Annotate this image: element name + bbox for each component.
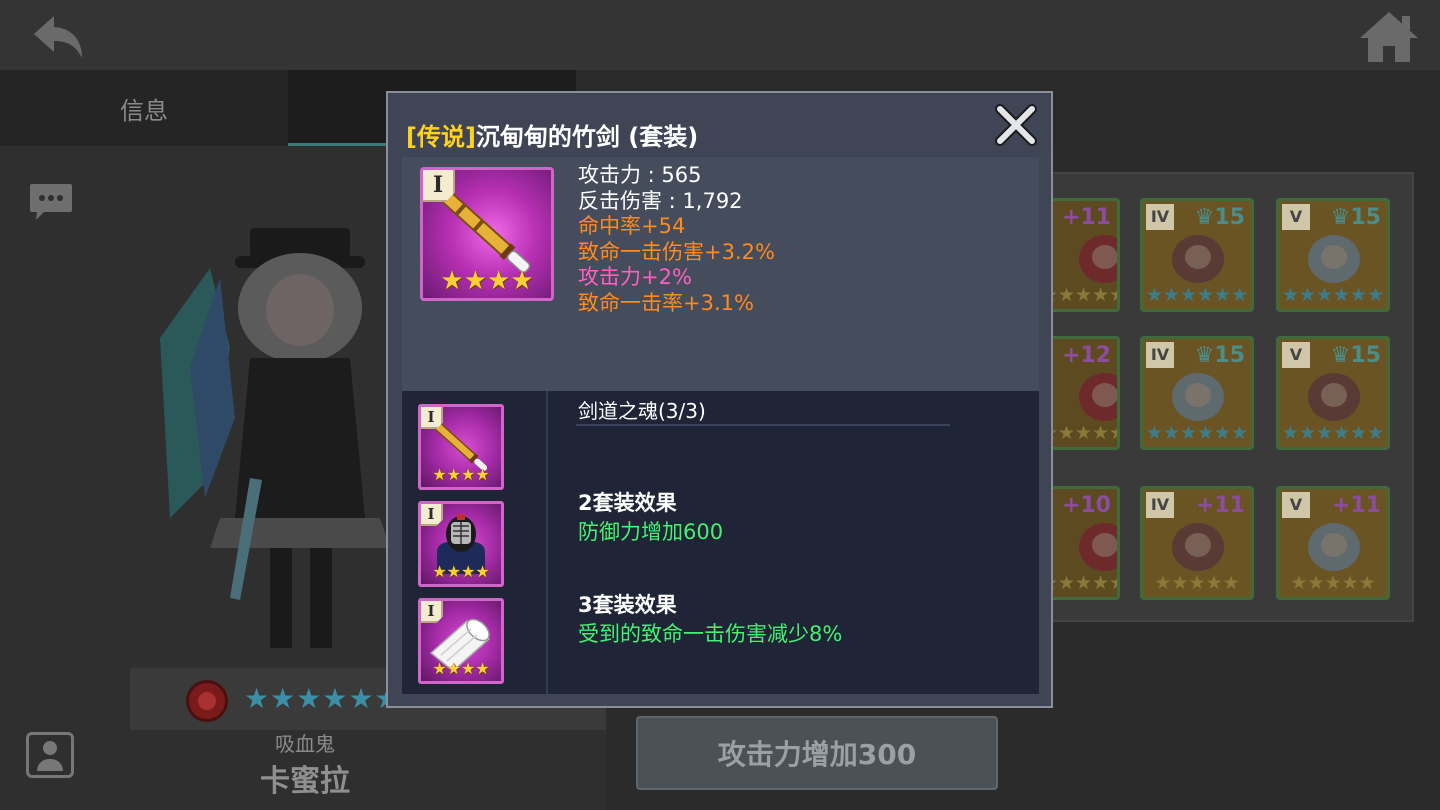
item-stat-line: 致命一击伤害+3.2% — [578, 239, 775, 264]
slot-stars: ★ ★ ★ ★ ★ ★ — [1281, 284, 1385, 306]
home-button[interactable] — [1358, 8, 1420, 66]
element-badge — [186, 680, 228, 722]
set-piece-bamboo-sword[interactable]: I ★ ★ ★ ★ — [418, 404, 504, 490]
equipment-art — [1172, 235, 1224, 283]
equipment-slot[interactable]: V ♛15 ★ ★ ★ ★ ★ ★ — [1276, 336, 1390, 450]
equipment-art — [1172, 523, 1224, 571]
character-name: 卡蜜拉 — [260, 764, 350, 799]
slot-rank: V — [1282, 204, 1310, 230]
piece-stars: ★ ★ ★ ★ — [432, 465, 490, 484]
set-bonus-3-effect: 受到的致命一击伤害减少8% — [578, 622, 843, 646]
set-piece-scroll[interactable]: I ★ ★ ★ ★ — [418, 598, 504, 684]
set-bonus-2-effect: 防御力增加600 — [578, 520, 724, 544]
equipment-slot[interactable]: V ♛15 ★ ★ ★ ★ ★ ★ — [1276, 198, 1390, 312]
equipment-slot[interactable]: +11 ★★★★★ — [1050, 198, 1120, 312]
chat-button[interactable] — [28, 182, 74, 222]
character-class: 吸血鬼 — [275, 732, 335, 756]
set-piece-kendo-helmet[interactable]: I ★ ★ ★ ★ — [418, 501, 504, 587]
piece-stars: ★ ★ ★ ★ — [432, 659, 490, 678]
popup-title: [传说]沉甸甸的竹剑 (套装) — [406, 117, 698, 152]
equipment-art — [1079, 373, 1117, 421]
set-pieces-column: I ★ ★ ★ ★ I ★ ★ ★ ★ I ★ ★ ★ ★ — [402, 391, 548, 694]
equipment-art — [1308, 373, 1360, 421]
slot-level: +11 — [1331, 493, 1381, 518]
slot-level: +10 — [1061, 493, 1111, 518]
top-bar — [0, 0, 1440, 70]
equipment-slot[interactable]: IV +11 ★ ★ ★ ★ ★ — [1140, 486, 1254, 600]
profile-button[interactable] — [26, 732, 74, 778]
slot-stars: ★★★★★ — [1290, 572, 1376, 594]
item-grade: [传说] — [406, 123, 476, 151]
slot-rank: IV — [1146, 204, 1174, 230]
back-arrow-icon — [34, 16, 82, 58]
slot-level: +11 — [1195, 493, 1245, 518]
set-bonus-button[interactable]: 攻击力增加300 — [636, 716, 998, 790]
slot-level: ♛15 — [1194, 205, 1245, 230]
chat-bubble-icon — [30, 184, 72, 220]
equipment-art — [1079, 235, 1117, 283]
equipment-art — [1172, 373, 1224, 421]
equipment-slot[interactable]: +10 ★★★★★ — [1050, 486, 1120, 600]
slot-level: +12 — [1061, 343, 1111, 368]
set-name: 剑道之魂(3/3) — [578, 399, 706, 423]
equipment-slot[interactable]: +12 ★★★★★ — [1050, 336, 1120, 450]
equipment-art — [1308, 235, 1360, 283]
tab-info[interactable]: 信息 — [0, 70, 288, 146]
item-stat-line: 攻击力+2% — [578, 265, 692, 290]
character-portrait — [160, 228, 390, 648]
equipment-slot[interactable]: IV ♛15 ★ ★ ★ ★ ★ ★ — [1140, 336, 1254, 450]
back-button[interactable] — [30, 10, 92, 66]
slot-stars: ★ ★ ★ ★ ★ ★ — [1145, 284, 1249, 306]
slot-rank: V — [1282, 342, 1310, 368]
item-stat-line: 致命一击率+3.1% — [578, 290, 754, 315]
slot-stars: ★ ★ ★ ★ ★ ★ — [1281, 422, 1385, 444]
slot-stars: ★★★★★ — [1050, 284, 1117, 306]
equipment-art — [1079, 523, 1117, 571]
home-icon — [1360, 12, 1418, 62]
item-name: 沉甸甸的竹剑 (套装) — [475, 123, 699, 151]
slot-level: ♛15 — [1330, 343, 1381, 368]
piece-stars: ★ ★ ★ ★ — [432, 562, 490, 581]
character-stars: ★★★★★★ — [244, 682, 400, 715]
equipment-slot[interactable]: V +11 ★ ★ ★ ★ ★ — [1276, 486, 1390, 600]
item-stat-line: 命中率+54 — [578, 214, 686, 239]
slot-stars: ★★★★★ — [1050, 422, 1117, 444]
close-icon — [995, 104, 1037, 146]
slot-level: ♛15 — [1194, 343, 1245, 368]
item-stars: ★ ★ ★ ★ — [440, 266, 534, 296]
item-detail-popup: [传说]沉甸甸的竹剑 (套装) I ★★★★ 攻击力 : 565反击伤害 — [386, 91, 1053, 708]
slot-rank: V — [1282, 492, 1310, 518]
item-stat-line: 攻击力 : 565 — [578, 163, 702, 187]
slot-level: +11 — [1061, 205, 1111, 230]
slot-stars: ★ ★ ★ ★ ★ ★ — [1145, 422, 1249, 444]
item-stats-section: I ★ ★ ★ ★ 攻击力 : 565 反击伤害 : 1,792 命中率+54 致命一击伤害… — [402, 157, 1039, 391]
set-bonus-section: I ★ ★ ★ ★ I ★ ★ ★ ★ I ★ ★ ★ ★ 剑道之魂(3/3) … — [402, 391, 1039, 694]
slot-stars: ★★★★★ — [1154, 572, 1240, 594]
equipment-slot[interactable]: IV ♛15 ★ ★ ★ ★ ★ ★ — [1140, 198, 1254, 312]
slot-level: ♛15 — [1330, 205, 1381, 230]
slot-rank: IV — [1146, 492, 1174, 518]
set-bonus-2-label: 2套装效果 — [578, 491, 677, 515]
item-stats-list: 攻击力 : 565 反击伤害 : 1,792 命中率+54 致命一击伤害+3.2% 攻击… — [578, 163, 775, 317]
set-bonus-3-label: 3套装效果 — [578, 593, 677, 617]
set-divider — [576, 424, 950, 426]
slot-rank: IV — [1146, 342, 1174, 368]
item-stat-line: 反击伤害 : 1,792 — [578, 188, 743, 213]
equipment-art — [1308, 523, 1360, 571]
slot-stars: ★★★★★ — [1050, 572, 1117, 594]
item-icon: I ★ ★ ★ ★ — [420, 167, 554, 301]
close-button[interactable] — [994, 103, 1038, 147]
